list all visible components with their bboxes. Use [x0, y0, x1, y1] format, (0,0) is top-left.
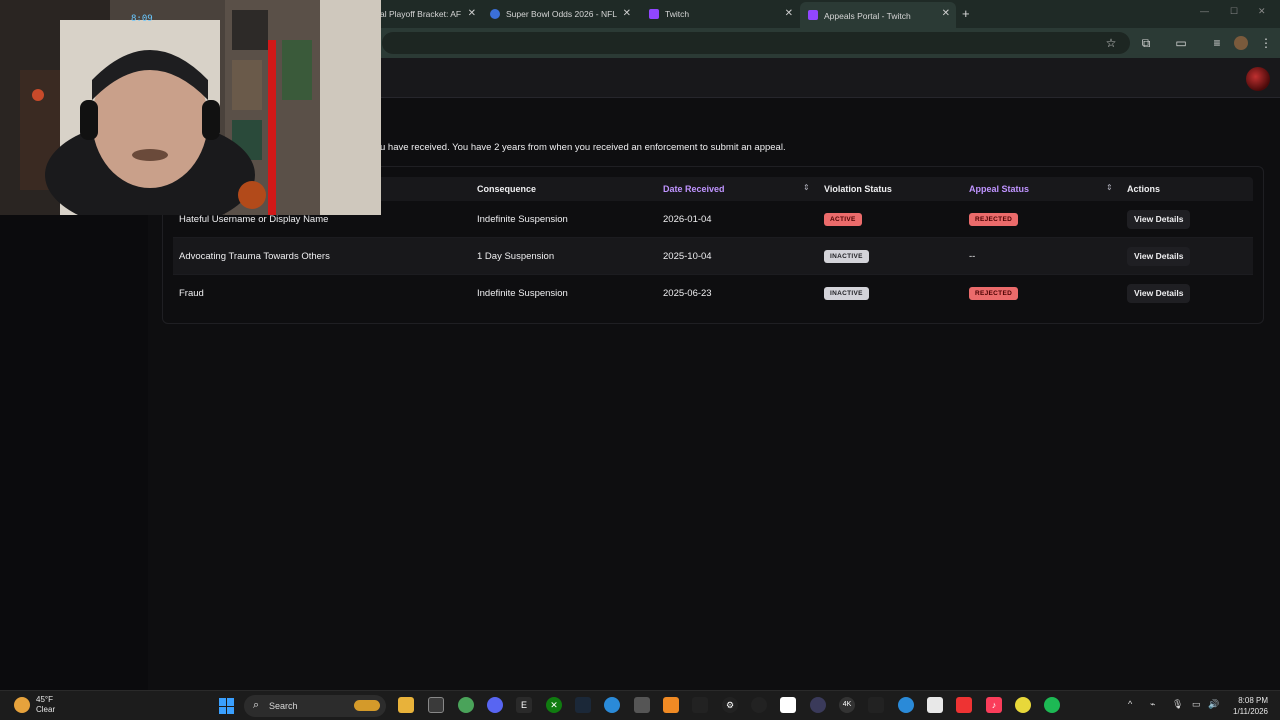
capcut-icon[interactable]	[868, 697, 884, 713]
search-label: Search	[269, 701, 298, 711]
close-icon[interactable]: ✕	[785, 8, 793, 19]
header-violation-status: Violation Status	[824, 184, 892, 194]
file-explorer-icon[interactable]	[398, 697, 414, 713]
tiktok-icon[interactable]	[780, 697, 796, 713]
extensions-icon[interactable]: ⧉	[1139, 36, 1153, 50]
clock-time: 8:08 PM	[1238, 696, 1268, 705]
menu-kebab-icon[interactable]: ⋮	[1259, 36, 1273, 50]
weather-widget[interactable]: 45°F Clear	[14, 695, 55, 715]
close-icon[interactable]: ✕	[942, 8, 950, 19]
4k-icon[interactable]: 4K	[839, 697, 855, 713]
consequence-cell: Indefinite Suspension	[477, 214, 568, 225]
sort-icon[interactable]: ⇕	[803, 183, 810, 192]
profile-avatar-icon[interactable]	[1234, 36, 1248, 50]
clock-date: 1/11/2026	[1233, 707, 1268, 716]
appeal-status-badge: REJECTED	[969, 213, 1019, 226]
xbox-icon[interactable]: ✕	[546, 697, 562, 713]
appeal-status-text: --	[969, 251, 976, 262]
system-clock[interactable]: 8:08 PM 1/11/2026	[1233, 695, 1268, 717]
discord-icon[interactable]	[487, 697, 503, 713]
emoji-app-icon[interactable]	[1015, 697, 1031, 713]
webcam-overlay: 8:09	[0, 0, 381, 215]
epic-games-icon[interactable]: E	[516, 697, 532, 713]
browser-icon[interactable]	[604, 697, 620, 713]
address-bar[interactable]	[382, 32, 1130, 54]
twitch-icon	[649, 9, 659, 19]
windows-start-icon[interactable]	[219, 698, 235, 714]
tab-label: al Playoff Bracket: AF	[380, 9, 462, 19]
weather-icon	[14, 697, 30, 713]
volume-icon[interactable]: 🔊	[1208, 699, 1219, 710]
user-avatar[interactable]	[1246, 67, 1270, 91]
minecraft-icon[interactable]	[634, 697, 650, 713]
tab-label: Super Bowl Odds 2026 - NFL C	[506, 9, 618, 19]
steam-icon[interactable]	[575, 697, 591, 713]
header-date-received[interactable]: Date Received	[663, 184, 725, 194]
tab-playoff-bracket[interactable]: al Playoff Bracket: AF ✕	[372, 4, 482, 24]
header-appeal-status[interactable]: Appeal Status	[969, 184, 1029, 194]
consequence-cell: Indefinite Suspension	[477, 288, 568, 299]
view-details-button[interactable]: View Details	[1127, 284, 1191, 303]
media-icon[interactable]: ≡	[1210, 36, 1224, 50]
tab-label: Appeals Portal - Twitch	[824, 11, 911, 21]
webcam-feed	[0, 0, 381, 215]
tab-appeals-portal[interactable]: Appeals Portal - Twitch ✕	[800, 2, 956, 28]
date-cell: 2025-06-23	[663, 288, 712, 299]
display-icon[interactable]: ▭	[1192, 699, 1201, 710]
violation-cell: Fraud	[179, 288, 204, 299]
tab-super-bowl-odds[interactable]: Super Bowl Odds 2026 - NFL C ✕	[482, 4, 637, 24]
taskbar: 45°F Clear ⌕ Search E ✕ ⚙ 4K ♪ ^ ⌁ 🎙 ▭ 🔊…	[0, 690, 1280, 720]
view-details-button[interactable]: View Details	[1127, 210, 1191, 229]
table-row: Advocating Trauma Towards Others 1 Day S…	[173, 238, 1253, 275]
app-a-icon[interactable]	[663, 697, 679, 713]
chrome-icon[interactable]	[458, 697, 474, 713]
weather-temp: 45°F	[36, 695, 53, 704]
view-details-button[interactable]: View Details	[1127, 247, 1191, 266]
music-icon[interactable]: ♪	[986, 697, 1002, 713]
app-hands-icon[interactable]	[927, 697, 943, 713]
intro-text: u have received. You have 2 years from w…	[380, 142, 786, 153]
new-tab-button[interactable]: +	[962, 6, 970, 21]
header-consequence: Consequence	[477, 184, 537, 194]
search-highlight-icon	[354, 700, 380, 711]
webcam-clock: 8:09	[131, 14, 153, 24]
chevron-up-icon[interactable]: ^	[1128, 699, 1132, 709]
taskbar-search[interactable]: ⌕ Search	[244, 695, 386, 717]
pen-icon[interactable]	[692, 697, 708, 713]
app-disk-icon[interactable]	[810, 697, 826, 713]
appeal-status-badge: REJECTED	[969, 287, 1019, 300]
app-c-icon[interactable]	[898, 697, 914, 713]
cast-icon[interactable]: ▭	[1174, 36, 1188, 50]
microphone-icon[interactable]: 🎙	[1172, 699, 1183, 710]
violation-status-badge: INACTIVE	[824, 250, 869, 263]
close-icon[interactable]: ✕	[623, 8, 631, 19]
date-cell: 2026-01-04	[663, 214, 712, 225]
search-icon: ⌕	[253, 699, 260, 711]
twitch-icon	[808, 10, 818, 20]
header-actions: Actions	[1127, 184, 1161, 194]
app-circle-icon[interactable]	[751, 697, 767, 713]
youtube-icon[interactable]	[956, 697, 972, 713]
store-icon[interactable]	[428, 697, 444, 713]
spotify-icon[interactable]	[1044, 697, 1060, 713]
bookmark-star-icon[interactable]: ☆	[1104, 36, 1118, 50]
sort-icon[interactable]: ⇕	[1106, 183, 1113, 192]
violation-cell: Advocating Trauma Towards Others	[179, 251, 330, 262]
network-icon[interactable]: ⌁	[1150, 699, 1155, 710]
table-row: Fraud Indefinite Suspension 2025-06-23 I…	[173, 275, 1253, 312]
violation-status-badge: INACTIVE	[824, 287, 869, 300]
gear-icon[interactable]: ⚙	[722, 697, 738, 713]
minimize-icon[interactable]: —	[1200, 6, 1209, 16]
date-cell: 2025-10-04	[663, 251, 712, 262]
violation-status-badge: ACTIVE	[824, 213, 862, 226]
close-icon[interactable]: ✕	[468, 8, 476, 19]
tab-twitch[interactable]: Twitch ✕	[641, 4, 799, 24]
violation-cell: Hateful Username or Display Name	[179, 214, 329, 225]
window-close-icon[interactable]: ✕	[1258, 6, 1266, 17]
maximize-icon[interactable]: ☐	[1230, 6, 1238, 17]
weather-condition: Clear	[36, 705, 56, 714]
shield-icon	[490, 9, 500, 19]
tab-label: Twitch	[665, 9, 690, 19]
consequence-cell: 1 Day Suspension	[477, 251, 555, 262]
